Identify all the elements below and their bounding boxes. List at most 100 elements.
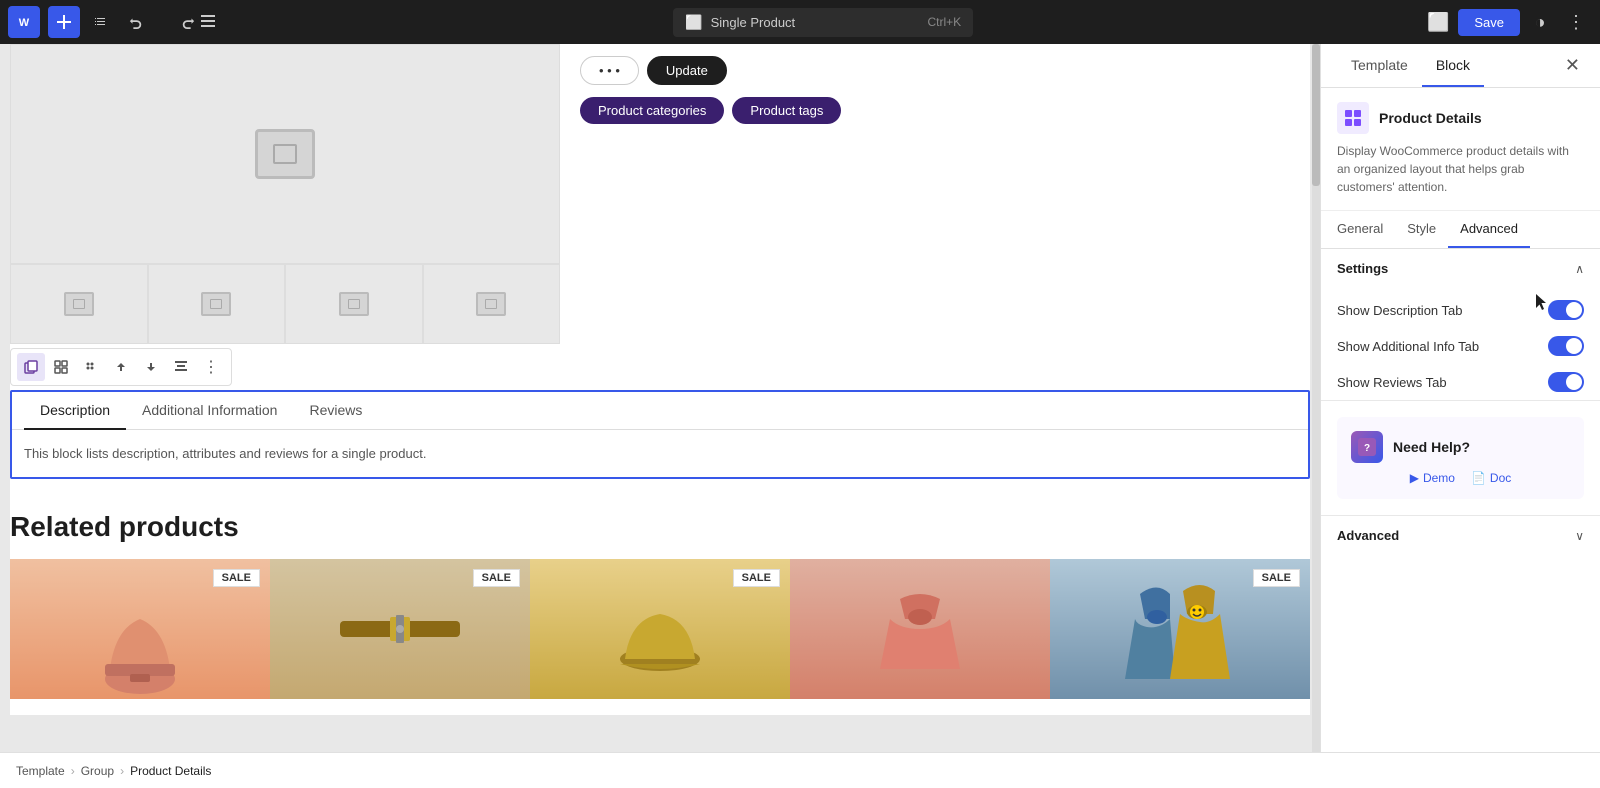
settings-section: Settings ∧ Show Description Tab — [1321, 249, 1600, 401]
toolbar-center: ⬜ Single Product Ctrl+K — [224, 8, 1422, 37]
cursor-area — [1321, 288, 1600, 292]
related-products-section: Related products SALE — [10, 495, 1310, 715]
block-info-header: Product Details — [1337, 102, 1584, 134]
product-cards: SALE — [10, 559, 1310, 699]
main-image-icon — [255, 129, 315, 179]
thumb-icon-4 — [476, 292, 506, 316]
pill-buttons: • • • Update — [580, 56, 1290, 85]
toggle-description[interactable] — [1548, 300, 1584, 320]
panel-tab-advanced[interactable]: Advanced — [1448, 211, 1530, 248]
main-area: ⋮ • • • Update Product categories Produc… — [0, 44, 1600, 752]
tools-button[interactable] — [84, 6, 116, 38]
block-description: Display WooCommerce product details with… — [1337, 142, 1584, 196]
block-tool-layout[interactable] — [47, 353, 75, 381]
product-tabs-area: Description Additional Information Revie… — [10, 390, 1310, 479]
canvas[interactable]: ⋮ • • • Update Product categories Produc… — [0, 44, 1320, 752]
thumb-icon-1 — [64, 292, 94, 316]
product-card-2[interactable]: SALE — [270, 559, 530, 699]
block-name: Product Details — [1379, 110, 1482, 126]
block-tool-copy[interactable] — [17, 353, 45, 381]
search-bar-shortcut: Ctrl+K — [927, 15, 961, 29]
product-tags-pill[interactable]: Product tags — [732, 97, 841, 124]
doc-icon: 📄 — [1471, 471, 1486, 485]
sidebar: Template Block ✕ Product D — [1320, 44, 1600, 752]
top-toolbar: W — [0, 0, 1600, 44]
breadcrumb-sep-1: › — [71, 764, 75, 778]
settings-section-title: Settings — [1337, 261, 1388, 276]
block-tool-down[interactable] — [137, 353, 165, 381]
sale-badge-2: SALE — [473, 569, 520, 587]
block-icon — [1337, 102, 1369, 134]
sidebar-tab-block[interactable]: Block — [1422, 45, 1484, 87]
search-bar-label: Single Product — [711, 15, 920, 30]
pill-btn-update[interactable]: Update — [647, 56, 727, 85]
doc-label: Doc — [1490, 471, 1511, 485]
wp-logo-icon[interactable]: W — [8, 6, 40, 38]
add-block-button[interactable] — [48, 6, 80, 38]
breadcrumb-group[interactable]: Group — [81, 764, 114, 778]
canvas-scrollbar[interactable] — [1312, 44, 1320, 752]
product-card-3[interactable]: SALE — [530, 559, 790, 699]
canvas-scroll-thumb[interactable] — [1312, 44, 1320, 186]
tab-header: Description Additional Information Revie… — [12, 392, 1308, 430]
product-card-4[interactable] — [790, 559, 1050, 699]
search-bar-product-icon: ⬜ — [685, 14, 702, 31]
need-help-doc-link[interactable]: 📄 Doc — [1471, 471, 1511, 485]
block-tool-up[interactable] — [107, 353, 135, 381]
block-tool-align[interactable] — [167, 353, 195, 381]
sidebar-tabs: Template Block — [1337, 45, 1484, 86]
save-button[interactable]: Save — [1458, 9, 1520, 36]
advanced-title: Advanced — [1337, 528, 1399, 543]
toggle-label-description: Show Description Tab — [1337, 303, 1463, 318]
advanced-header[interactable]: Advanced ∨ — [1321, 516, 1600, 555]
breadcrumb-template[interactable]: Template — [16, 764, 65, 778]
sale-badge-5: SALE — [1253, 569, 1300, 587]
need-help-demo-link[interactable]: ▶ Demo — [1410, 471, 1455, 485]
main-product-image — [10, 44, 560, 264]
toggle-additional-info[interactable] — [1548, 336, 1584, 356]
sidebar-close-button[interactable]: ✕ — [1561, 51, 1584, 80]
block-toolbar: ⋮ — [10, 348, 232, 386]
sidebar-body: Product Details Display WooCommerce prod… — [1321, 88, 1600, 752]
tab-additional-info[interactable]: Additional Information — [126, 392, 293, 430]
toggle-label-additional-info: Show Additional Info Tab — [1337, 339, 1479, 354]
product-top: ⋮ • • • Update Product categories Produc… — [10, 44, 1310, 390]
settings-section-header[interactable]: Settings ∧ — [1321, 249, 1600, 288]
toolbar-left: W — [8, 6, 224, 38]
search-bar[interactable]: ⬜ Single Product Ctrl+K — [673, 8, 973, 37]
thumbnail-1 — [10, 264, 148, 344]
sidebar-tab-template[interactable]: Template — [1337, 45, 1422, 87]
svg-text:W: W — [19, 17, 30, 29]
sidebar-header: Template Block ✕ — [1321, 44, 1600, 88]
breadcrumb-bar: Template › Group › Product Details — [0, 752, 1600, 788]
need-help-header: ? Need Help? — [1351, 431, 1570, 463]
panel-tab-style[interactable]: Style — [1395, 211, 1448, 248]
thumbnail-row — [10, 264, 560, 344]
redo-button[interactable] — [156, 6, 188, 38]
options-button[interactable]: ⋮ — [1560, 6, 1592, 38]
toggle-label-reviews: Show Reviews Tab — [1337, 375, 1447, 390]
block-tool-move[interactable] — [77, 353, 105, 381]
block-tool-more[interactable]: ⋮ — [197, 353, 225, 381]
product-card-1[interactable]: SALE — [10, 559, 270, 699]
toggle-reviews[interactable] — [1548, 372, 1584, 392]
sale-badge-1: SALE — [213, 569, 260, 587]
advanced-section: Advanced ∨ — [1321, 515, 1600, 555]
related-products-title: Related products — [10, 511, 1310, 543]
product-categories-pill[interactable]: Product categories — [580, 97, 724, 124]
breadcrumb-sep-2: › — [120, 764, 124, 778]
panel-tab-general[interactable]: General — [1325, 211, 1395, 248]
undo-button[interactable] — [120, 6, 152, 38]
tab-content: This block lists description, attributes… — [12, 430, 1308, 477]
list-view-button[interactable] — [192, 6, 224, 38]
tab-reviews[interactable]: Reviews — [293, 392, 378, 430]
thumbnail-2 — [148, 264, 286, 344]
tab-description[interactable]: Description — [24, 392, 126, 430]
preview-button[interactable]: ⬜ — [1422, 6, 1454, 38]
breadcrumb-product-details[interactable]: Product Details — [130, 764, 211, 778]
pill-btn-more[interactable]: • • • — [580, 56, 639, 85]
product-images-col: ⋮ — [10, 44, 560, 390]
demo-icon: ▶ — [1410, 471, 1419, 485]
dark-mode-button[interactable]: ◑ — [1524, 6, 1556, 38]
product-card-5[interactable]: SALE — [1050, 559, 1310, 699]
